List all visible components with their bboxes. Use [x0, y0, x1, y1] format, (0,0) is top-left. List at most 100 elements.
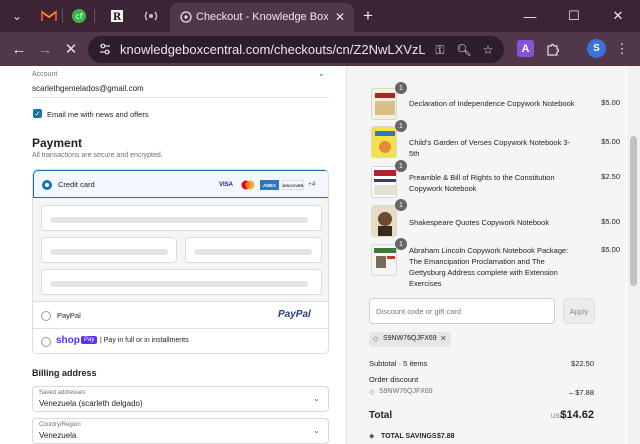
discount-code-text: S9NW76QJFX69: [379, 388, 433, 395]
chevron-down-icon: ⌄: [313, 394, 320, 403]
country-value: Venezuela: [39, 431, 77, 440]
applied-code-tag: ◇ S9NW76QJFX69 ✕: [369, 332, 451, 347]
rk-tab-icon[interactable]: R: [104, 6, 130, 26]
email-opt-in-checkbox[interactable]: ✓: [33, 109, 42, 118]
total-savings-label: TOTAL SAVINGS: [381, 433, 437, 440]
country-select[interactable]: Country/Region Venezuela ⌄: [32, 418, 329, 444]
saved-addresses-select[interactable]: Saved addresses Venezuela (scarleth delg…: [32, 386, 329, 412]
svg-text:R: R: [113, 12, 122, 23]
site-info-icon[interactable]: [98, 42, 112, 56]
gmail-tab-icon[interactable]: [36, 6, 62, 26]
password-key-icon[interactable]: ⚿: [430, 40, 450, 60]
subtotal-label: Subtotal · 5 items: [369, 359, 428, 368]
savings-tag-icon: ◈: [369, 433, 375, 440]
paypal-option[interactable]: PayPal PayPal: [33, 302, 328, 329]
product-price: $5.00: [601, 137, 620, 146]
product-thumbnail: [371, 205, 397, 237]
credit-card-option[interactable]: Credit card VISA AMEX DISCOVER +4: [33, 170, 328, 198]
scrollbar-thumb[interactable]: [630, 136, 637, 286]
card-number-field[interactable]: [41, 205, 322, 231]
product-name: Child's Garden of Verses Copywork Notebo…: [409, 138, 571, 158]
zoom-icon[interactable]: 🔍︎: [454, 40, 474, 60]
paypal-logo: PayPal: [278, 309, 311, 320]
account-email: scarlethgemelados@gmail.com: [32, 84, 144, 93]
saved-addresses-value: Venezuela (scarleth delgado): [39, 399, 143, 408]
profile-avatar[interactable]: S: [587, 39, 606, 58]
total-label: Total: [369, 410, 393, 421]
product-name: Abraham Lincoln Copywork Notebook Packag…: [409, 246, 569, 288]
tab-divider: [62, 9, 63, 23]
shop-pay-logo: shop: [56, 335, 80, 346]
tab-search-chevron-icon[interactable]: ⌄: [6, 5, 28, 27]
menu-kebab-icon[interactable]: ⋮: [612, 39, 632, 59]
coursera-tab-icon[interactable]: cf: [66, 6, 92, 26]
product-price: $2.50: [601, 172, 620, 181]
shop-pay-option[interactable]: shop Pay | Pay in full or in installment…: [33, 329, 328, 353]
payment-heading: Payment: [32, 136, 83, 150]
account-chevron-icon[interactable]: ⌄: [318, 69, 325, 78]
product-name: Shakespeare Quotes Copywork Notebook: [409, 218, 550, 227]
amex-icon: AMEX: [260, 180, 279, 190]
tag-icon: ◇: [373, 336, 379, 343]
close-tab-icon[interactable]: ✕: [332, 9, 348, 25]
product-thumbnail: [371, 88, 397, 120]
email-opt-in-label: Email me with news and offers: [47, 110, 149, 119]
maximize-icon[interactable]: ☐: [552, 0, 596, 32]
security-code-field[interactable]: [185, 237, 322, 263]
product-thumbnail: [371, 126, 397, 158]
paypal-radio[interactable]: [41, 311, 51, 321]
quantity-badge: 1: [395, 120, 407, 132]
address-bar[interactable]: knowledgeboxcentral.com/checkouts/cn/Z2N…: [88, 36, 504, 63]
mastercard-icon: [240, 180, 256, 190]
name-on-card-field[interactable]: [41, 269, 322, 295]
forward-arrow-icon[interactable]: →: [34, 38, 56, 60]
total-value: $14.62: [560, 409, 594, 421]
expiration-field[interactable]: [41, 237, 177, 263]
browser-toolbar: ← → ✕ knowledgeboxcentral.com/checkouts/…: [0, 32, 640, 66]
subtotal-value: $22.50: [571, 359, 594, 368]
quantity-badge: 1: [395, 82, 407, 94]
new-tab-plus-icon[interactable]: +: [358, 6, 378, 26]
url-text: knowledgeboxcentral.com/checkouts/cn/Z2N…: [120, 42, 425, 57]
tab-strip: ⌄ cf R Checkout - Knowledge Box Central …: [0, 0, 640, 32]
back-arrow-icon[interactable]: ←: [8, 38, 30, 60]
account-label: Account: [32, 71, 58, 78]
shop-pay-label: | Pay in full or in installments: [100, 337, 189, 344]
saved-addresses-label: Saved addresses: [39, 390, 86, 396]
minimize-icon[interactable]: —: [508, 0, 552, 32]
payment-subtitle: All transactions are secure and encrypte…: [32, 152, 163, 159]
svg-text:cf: cf: [75, 12, 82, 21]
close-window-icon[interactable]: ✕: [596, 0, 640, 32]
discount-code-input[interactable]: [369, 298, 555, 324]
product-name: Declaration of Independence Copywork Not…: [409, 99, 575, 108]
product-price: $5.00: [601, 217, 620, 226]
product-name: Preamble & Bill of Rights to the Constit…: [409, 173, 555, 193]
shop-pay-radio[interactable]: [41, 337, 51, 347]
product-thumbnail: [371, 166, 397, 198]
product-thumbnail: [371, 244, 397, 276]
podcast-tab-icon[interactable]: [138, 6, 164, 26]
order-summary: 1 Declaration of Independence Copywork N…: [346, 66, 626, 444]
applied-code-text: S9NW76QJFX69: [383, 335, 437, 342]
quantity-badge: 1: [395, 199, 407, 211]
page-scrollbar[interactable]: [627, 66, 640, 444]
product-price: $5.00: [601, 245, 620, 254]
checkout-form: Account ⌄ scarlethgemelados@gmail.com ✓ …: [0, 66, 346, 444]
tab-title: Checkout - Knowledge Box Central: [196, 11, 328, 23]
visa-icon: VISA: [218, 182, 233, 188]
discover-icon: DISCOVER: [282, 180, 304, 190]
extension-a-icon[interactable]: A: [517, 40, 534, 57]
billing-heading: Billing address: [32, 368, 97, 378]
extensions-puzzle-icon[interactable]: [543, 39, 563, 59]
stop-loading-icon[interactable]: ✕: [60, 38, 82, 60]
tag-icon: ◇: [369, 389, 375, 396]
remove-code-icon[interactable]: ✕: [440, 334, 447, 343]
apply-discount-button[interactable]: Apply: [563, 298, 595, 324]
credit-card-label: Credit card: [58, 180, 95, 189]
quantity-badge: 1: [395, 160, 407, 172]
credit-card-radio[interactable]: [42, 180, 52, 190]
tab-checkout[interactable]: Checkout - Knowledge Box Central ✕: [170, 3, 354, 32]
discount-value: – $7.88: [568, 388, 594, 397]
bookmark-star-icon[interactable]: ☆: [478, 40, 498, 60]
product-price: $5.00: [601, 98, 620, 107]
